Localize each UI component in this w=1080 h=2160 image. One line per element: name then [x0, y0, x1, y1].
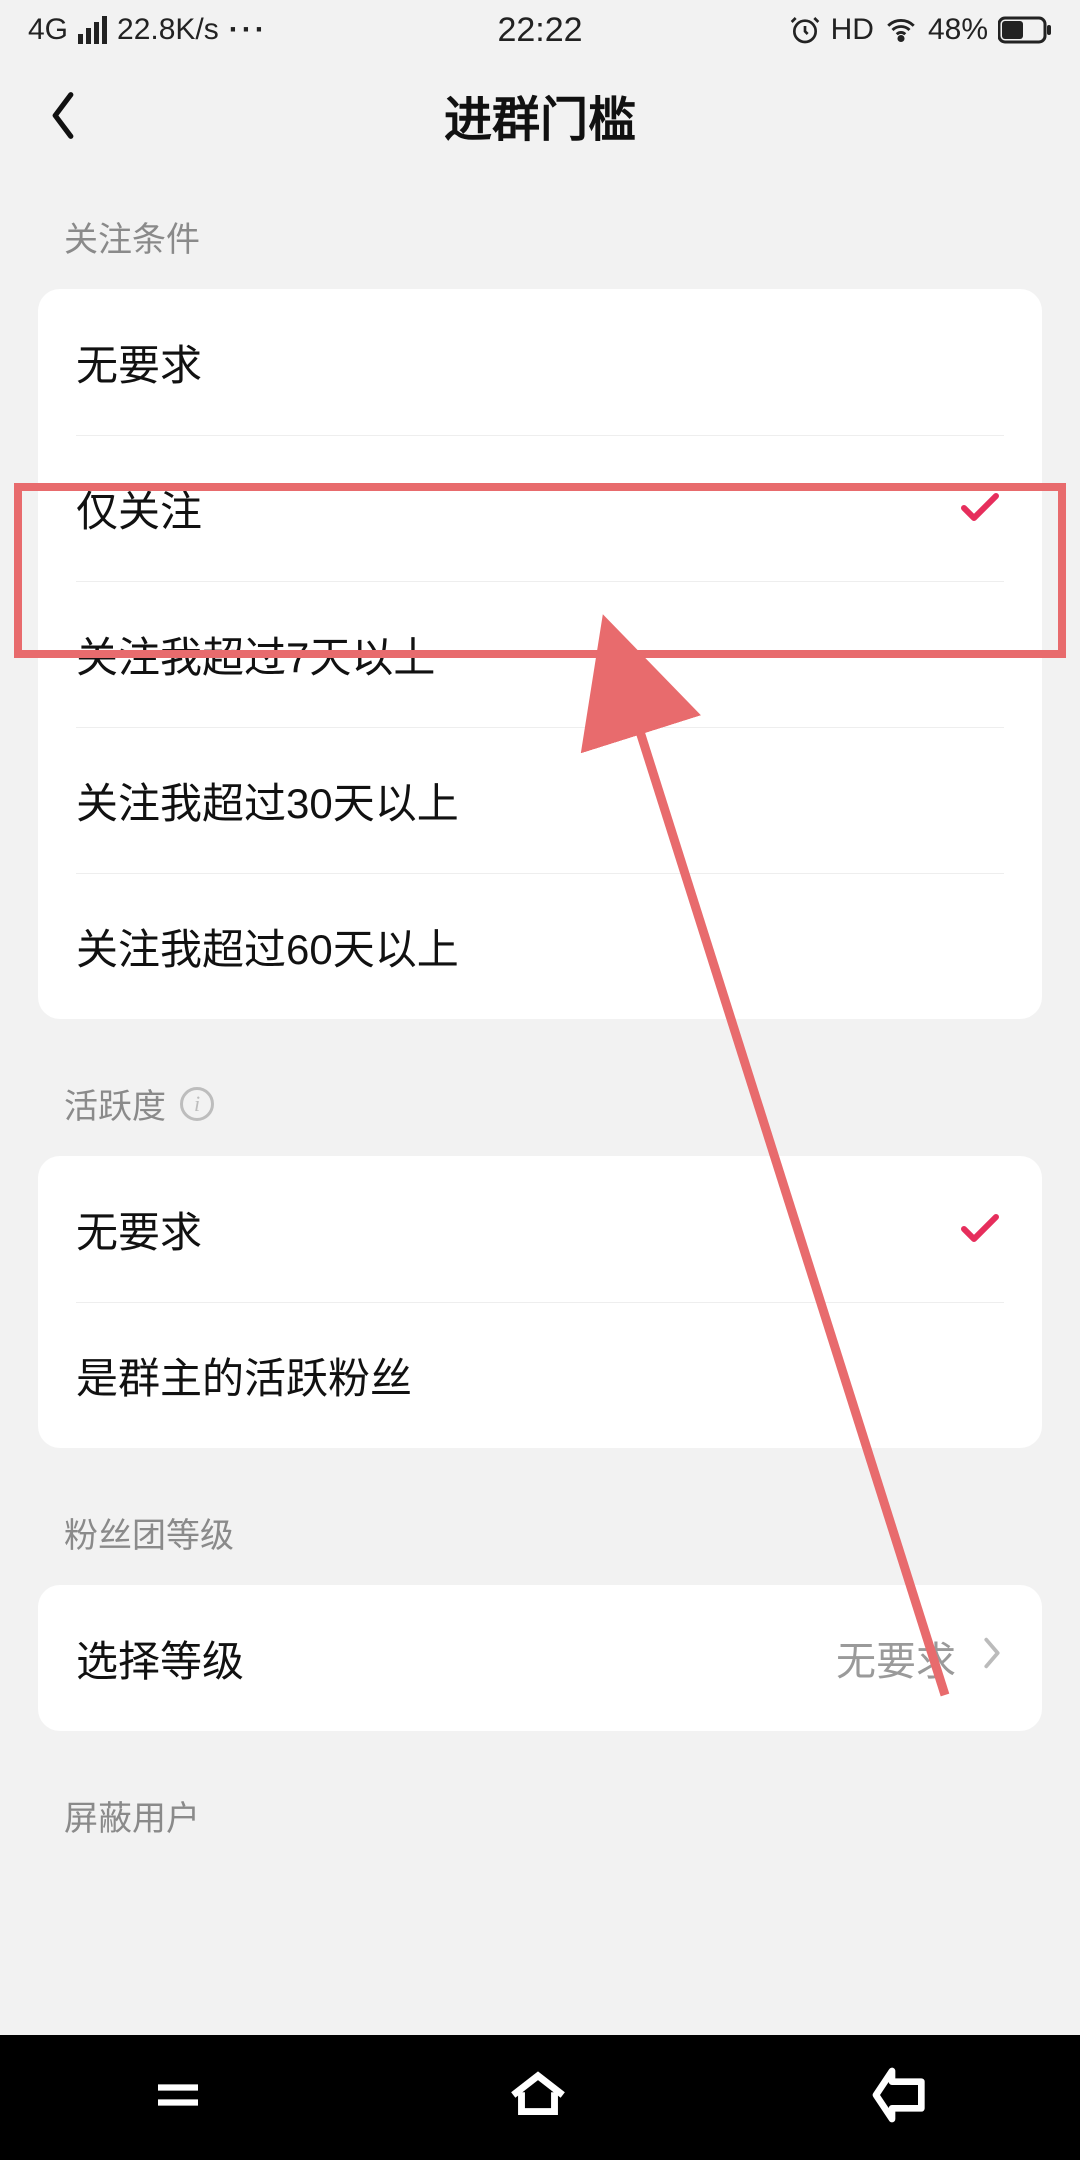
network-type: 4G [28, 13, 68, 47]
page-title: 进群门槛 [444, 80, 636, 150]
battery-percent: 48% [928, 13, 988, 47]
status-bar: 4G 22.8K/s ··· 22:22 HD 48% [0, 0, 1080, 60]
follow-option-30d[interactable]: 关注我超过30天以上 [38, 727, 1042, 873]
option-label: 无要求 [76, 332, 202, 393]
fanlevel-row[interactable]: 选择等级 无要求 [38, 1585, 1042, 1731]
row-value: 无要求 [836, 1629, 956, 1687]
follow-option-only[interactable]: 仅关注 [38, 435, 1042, 581]
check-icon [956, 1203, 1004, 1256]
option-label: 关注我超过60天以上 [76, 916, 459, 977]
nav-back-button[interactable] [868, 2063, 932, 2132]
signal-icon [78, 16, 107, 44]
section-label-block: 屏蔽用户 [0, 1731, 1080, 1868]
more-dots-icon: ··· [229, 13, 268, 47]
follow-option-60d[interactable]: 关注我超过60天以上 [38, 873, 1042, 1019]
chevron-left-icon [46, 89, 80, 141]
wifi-icon [884, 13, 918, 47]
option-label: 是群主的活跃粉丝 [76, 1345, 412, 1406]
page-header: 进群门槛 [0, 60, 1080, 170]
check-icon [956, 482, 1004, 535]
row-label: 选择等级 [76, 1628, 244, 1689]
activity-option-active-fan[interactable]: 是群主的活跃粉丝 [38, 1302, 1042, 1448]
option-label: 无要求 [76, 1199, 202, 1260]
info-icon[interactable]: i [180, 1087, 214, 1121]
follow-option-none[interactable]: 无要求 [38, 289, 1042, 435]
android-nav-bar [0, 2035, 1080, 2160]
alarm-icon [789, 14, 821, 46]
option-label: 关注我超过7天以上 [76, 624, 435, 685]
section-label-follow: 关注条件 [0, 170, 1080, 289]
option-label: 仅关注 [76, 478, 202, 539]
fanlevel-card: 选择等级 无要求 [38, 1585, 1042, 1731]
option-label: 关注我超过30天以上 [76, 770, 459, 831]
follow-condition-card: 无要求 仅关注 关注我超过7天以上 关注我超过30天以上 关注我超过60天以上 [38, 289, 1042, 1019]
net-speed: 22.8K/s [117, 13, 219, 47]
activity-option-none[interactable]: 无要求 [38, 1156, 1042, 1302]
follow-option-7d[interactable]: 关注我超过7天以上 [38, 581, 1042, 727]
nav-home-button[interactable] [505, 2062, 571, 2133]
section-label-fanlevel: 粉丝团等级 [0, 1448, 1080, 1585]
battery-icon [998, 16, 1052, 44]
clock-time: 22:22 [497, 11, 582, 50]
activity-card: 无要求 是群主的活跃粉丝 [38, 1156, 1042, 1448]
section-text: 活跃度 [64, 1079, 166, 1128]
chevron-right-icon [980, 1634, 1004, 1682]
section-label-activity: 活跃度 i [0, 1019, 1080, 1156]
nav-recent-button[interactable] [148, 2065, 208, 2130]
back-button[interactable] [35, 88, 90, 143]
hd-label: HD [831, 13, 874, 47]
